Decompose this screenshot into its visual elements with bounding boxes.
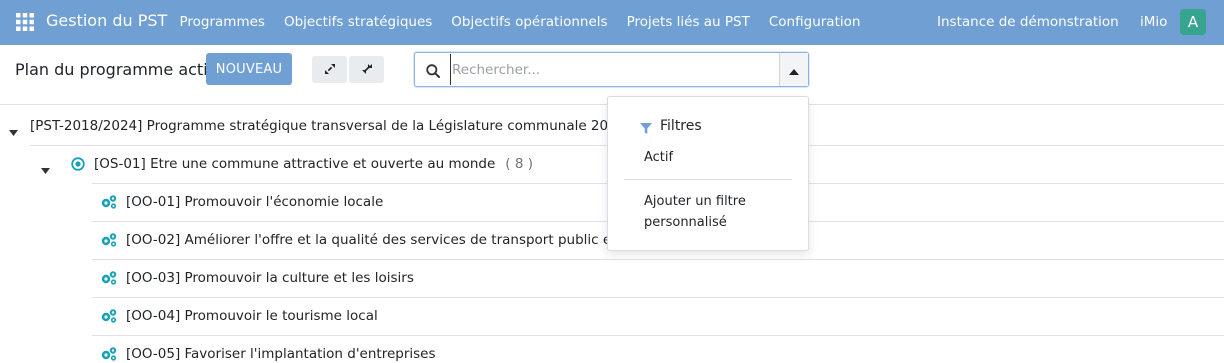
menu-item-programmes[interactable]: Programmes [170, 0, 274, 45]
collapse-all-button[interactable] [349, 56, 384, 83]
filters-header: Filtres [660, 118, 702, 134]
search-options-dropdown: Filtres Actif Ajouter un filtre personna… [607, 96, 809, 251]
expand-icon [324, 60, 336, 79]
operational-objective-label[interactable]: [OO-01] Promouvoir l'économie locale [126, 194, 383, 210]
operational-objective-label[interactable]: [OO-04] Promouvoir le tourisme local [126, 308, 378, 324]
main-menu: Programmes Objectifs stratégiques Object… [170, 0, 870, 45]
caret-up-icon [789, 60, 799, 79]
gears-icon [100, 194, 118, 214]
expand-all-button[interactable] [312, 56, 347, 83]
instance-switcher[interactable]: Instance de démonstration [937, 0, 1119, 45]
menu-item-objectifs-strategiques[interactable]: Objectifs stratégiques [274, 0, 441, 45]
caret-down-icon[interactable] [41, 162, 50, 178]
dropdown-divider [624, 179, 792, 180]
search-input[interactable] [450, 54, 775, 85]
filter-icon [640, 120, 652, 139]
top-navbar: Gestion du PST Programmes Objectifs stra… [0, 0, 1224, 45]
search-icon [426, 63, 440, 82]
search-options-toggle[interactable] [779, 53, 808, 86]
add-custom-filter-line1: Ajouter un filtre [644, 194, 746, 209]
user-avatar[interactable]: A [1180, 9, 1206, 35]
gears-icon [100, 270, 118, 290]
tree-row-operational-objective[interactable]: [OO-05] Favoriser l'implantation d'entre… [0, 336, 1224, 363]
child-count: ( 8 ) [505, 156, 534, 172]
tree-row-operational-objective[interactable]: [OO-03] Promouvoir la culture et les loi… [0, 260, 1224, 298]
add-custom-filter-line2: personnalisé [644, 215, 727, 230]
strategic-objective-label[interactable]: [OS-01] Etre une commune attractive et o… [94, 156, 533, 172]
menu-item-configuration[interactable]: Configuration [759, 0, 870, 45]
operational-objective-label[interactable]: [OO-02] Améliorer l'offre et la qualité … [126, 232, 658, 248]
gears-icon [100, 232, 118, 252]
filter-item-actif[interactable]: Actif [644, 147, 673, 168]
caret-down-icon[interactable] [9, 124, 18, 140]
tree-row-operational-objective[interactable]: [OO-04] Promouvoir le tourisme local [0, 298, 1224, 336]
program-label[interactable]: [PST-2018/2024] Programme stratégique tr… [30, 118, 665, 134]
page-title: Plan du programme actif [15, 60, 214, 79]
apps-grid-icon[interactable] [16, 13, 34, 31]
operational-objective-label[interactable]: [OO-05] Favoriser l'implantation d'entre… [126, 346, 436, 362]
add-custom-filter[interactable]: Ajouter un filtre personnalisé [644, 191, 746, 233]
search-box [414, 52, 809, 87]
collapse-icon [361, 60, 373, 79]
user-menu-name[interactable]: iMio [1140, 0, 1167, 45]
operational-objective-label[interactable]: [OO-03] Promouvoir la culture et les loi… [126, 270, 414, 286]
gears-icon [100, 308, 118, 328]
menu-item-objectifs-operationnels[interactable]: Objectifs opérationnels [442, 0, 617, 45]
menu-item-projets-lies[interactable]: Projets liés au PST [617, 0, 759, 45]
new-button[interactable]: NOUVEAU [206, 53, 292, 85]
target-icon [71, 157, 85, 175]
gears-icon [100, 346, 118, 363]
strategic-objective-title: [OS-01] Etre une commune attractive et o… [94, 156, 496, 172]
app-brand[interactable]: Gestion du PST [46, 11, 167, 30]
